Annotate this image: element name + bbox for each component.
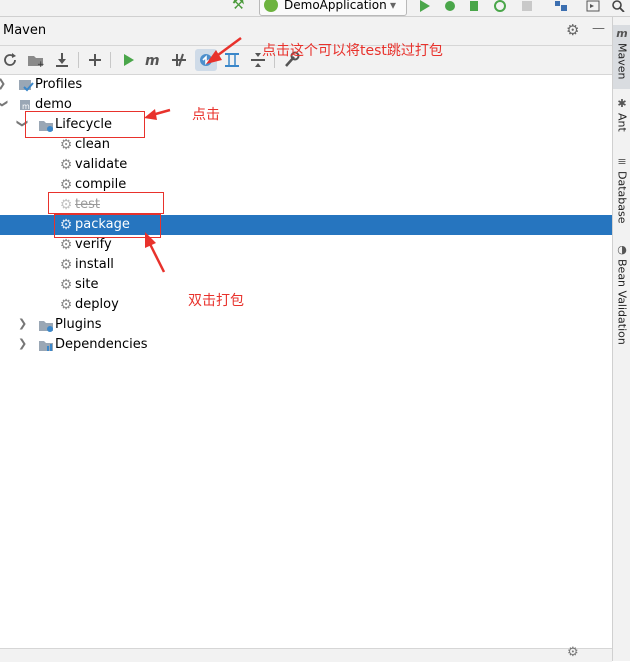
- stop-icon[interactable]: [521, 0, 533, 12]
- annotation-box-test: [48, 192, 164, 214]
- tree-label: demo: [35, 97, 72, 112]
- maven-project-tree: ❯ Profiles ❯ m demo ❯ Lifecycle ⚙ clean …: [0, 75, 612, 635]
- toolbar-separator: [78, 52, 79, 68]
- tree-label: compile: [75, 177, 127, 192]
- hammer-build-icon[interactable]: ⚒: [232, 0, 245, 13]
- chevron-down-icon[interactable]: ❯: [0, 99, 9, 108]
- bottom-panel-bar: ⚙: [0, 645, 612, 662]
- annotation-skip-test: 点击这个可以将test跳过打包: [262, 43, 443, 59]
- profiler-icon[interactable]: [494, 0, 508, 12]
- annotation-box-package: [54, 214, 161, 238]
- lifecycle-phase-install[interactable]: ⚙ install: [0, 255, 612, 275]
- tree-label: install: [75, 257, 114, 272]
- plugins-folder-icon: [39, 321, 53, 332]
- tool-tab-label: Database: [615, 171, 629, 224]
- annotation-click: 点击: [192, 107, 220, 123]
- right-tool-window-strip: m Maven ✱ Ant ≡ Database ◑ Bean Validati…: [612, 17, 630, 661]
- svg-text:m: m: [145, 53, 160, 69]
- run-icon[interactable]: [118, 50, 138, 70]
- tree-label: deploy: [75, 297, 119, 312]
- svg-text:+: +: [37, 60, 45, 70]
- run-config-label: DemoApplication: [284, 0, 387, 12]
- tree-label: verify: [75, 237, 112, 252]
- chevron-down-icon: ▾: [390, 0, 397, 12]
- add-folder-icon[interactable]: +: [26, 50, 46, 70]
- gear-icon: ⚙: [59, 137, 73, 153]
- gear-icon: ⚙: [59, 257, 73, 273]
- search-icon[interactable]: [611, 0, 625, 12]
- gear-icon[interactable]: ⚙: [566, 21, 579, 39]
- download-icon[interactable]: [52, 50, 72, 70]
- lifecycle-phase-clean[interactable]: ⚙ clean: [0, 135, 612, 155]
- svg-text:m: m: [22, 102, 30, 111]
- chevron-right-icon[interactable]: ❯: [18, 317, 27, 330]
- project-structure-icon[interactable]: [554, 0, 568, 12]
- tool-tab-bean-validation[interactable]: ◑ Bean Validation: [613, 243, 630, 345]
- annotation-box-lifecycle: [25, 111, 145, 138]
- tool-tab-label: Bean Validation: [615, 259, 629, 345]
- skip-tests-button[interactable]: [195, 49, 217, 71]
- gear-icon: ⚙: [59, 157, 73, 173]
- coverage-icon[interactable]: [468, 0, 482, 12]
- tool-tab-ant[interactable]: ✱ Ant: [613, 97, 630, 132]
- skip-tests-icon: [200, 54, 212, 66]
- lifecycle-phase-site[interactable]: ⚙ site: [0, 275, 612, 295]
- chevron-right-icon[interactable]: ❯: [0, 77, 6, 90]
- tool-tab-maven[interactable]: m Maven: [613, 25, 630, 89]
- show-dependencies-icon[interactable]: [222, 50, 242, 70]
- tree-label: Dependencies: [55, 337, 148, 352]
- terminal-icon[interactable]: [586, 0, 600, 12]
- tree-label: validate: [75, 157, 128, 172]
- lifecycle-phase-validate[interactable]: ⚙ validate: [0, 155, 612, 175]
- database-icon: ≡: [617, 155, 627, 168]
- refresh-icon[interactable]: [0, 50, 20, 70]
- maven-m-icon: m: [616, 27, 628, 40]
- ide-top-toolbar: ⚒ DemoApplication ▾: [0, 0, 630, 17]
- tree-node-profiles[interactable]: ❯ Profiles: [0, 75, 612, 95]
- panel-title: Maven: [3, 23, 47, 38]
- debug-icon[interactable]: [443, 0, 457, 12]
- lifecycle-phase-deploy[interactable]: ⚙ deploy: [0, 295, 612, 315]
- lifecycle-phase-verify[interactable]: ⚙ verify: [0, 235, 612, 255]
- plus-icon[interactable]: [85, 50, 105, 70]
- tree-label: Profiles: [35, 77, 83, 92]
- tree-node-dependencies[interactable]: ❯ Dependencies: [0, 335, 612, 355]
- bean-icon: ◑: [617, 243, 627, 256]
- annotation-double-click-package: 双击打包: [188, 293, 244, 309]
- gear-icon: ⚙: [59, 177, 73, 193]
- tool-tab-database[interactable]: ≡ Database: [613, 155, 630, 224]
- tree-label: site: [75, 277, 99, 292]
- run-configuration-selector[interactable]: DemoApplication ▾: [259, 0, 407, 16]
- gear-icon: ⚙: [59, 237, 73, 253]
- ant-icon: ✱: [617, 97, 627, 110]
- tool-tab-label: Maven: [615, 43, 629, 80]
- dependencies-folder-icon: [39, 341, 53, 351]
- profiles-icon: [19, 80, 34, 92]
- toggle-offline-icon[interactable]: [169, 50, 189, 70]
- spring-app-icon: [264, 0, 278, 12]
- maven-m-icon[interactable]: m: [143, 50, 163, 70]
- gear-icon[interactable]: ⚙: [567, 645, 579, 660]
- gear-icon: ⚙: [59, 277, 73, 293]
- run-icon[interactable]: [418, 0, 432, 12]
- tool-tab-label: Ant: [615, 113, 629, 132]
- tree-label: clean: [75, 137, 110, 152]
- toolbar-separator: [110, 52, 111, 68]
- tree-label: Plugins: [55, 317, 102, 332]
- minimize-icon[interactable]: —: [592, 21, 605, 36]
- gear-icon: ⚙: [59, 297, 73, 313]
- tree-node-plugins[interactable]: ❯ Plugins: [0, 315, 612, 335]
- chevron-right-icon[interactable]: ❯: [18, 337, 27, 350]
